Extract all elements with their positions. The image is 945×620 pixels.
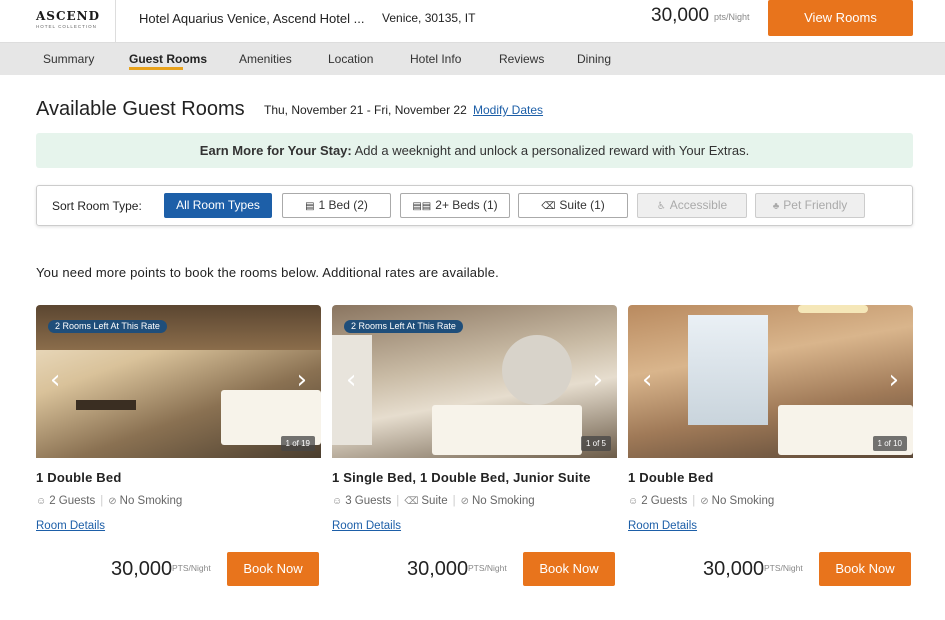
hotel-nav: Summary Guest Rooms Amenities Location H… — [0, 43, 945, 75]
prev-photo-arrow[interactable]: ‹ — [642, 365, 652, 395]
filter-all-room-types[interactable]: All Room Types — [164, 193, 272, 218]
headboard-shape — [502, 335, 572, 405]
header-points-unit: pts/Night — [714, 12, 750, 22]
pet-icon: ♣ — [772, 201, 780, 212]
room-card: ‹ › 1 of 10 1 Double Bed ☺ 2 Guests | ⊘ No S… — [628, 305, 913, 586]
filter-suite[interactable]: ⌫ Suite (1) — [518, 193, 628, 218]
guests-count: 2 Guests — [641, 495, 688, 507]
guests-icon: ☺ — [36, 496, 47, 507]
site-header: ASCEND HOTEL COLLECTION Hotel Aquarius V… — [0, 0, 945, 43]
wheelchair-icon: ♿ — [656, 201, 666, 212]
book-now-button[interactable]: Book Now — [819, 552, 911, 586]
banner-bold-text: Earn More for Your Stay: — [199, 143, 352, 158]
filter-label: All Room Types — [176, 198, 260, 212]
chandelier-shape — [798, 305, 868, 313]
tab-amenities[interactable]: Amenities — [239, 52, 292, 66]
stay-dates: Thu, November 21 - Fri, November 22 — [264, 103, 467, 117]
room-price-unit: PTS/Night — [172, 563, 211, 573]
logo-sub-text: HOTEL COLLECTION — [36, 24, 97, 29]
room-amenities: ☺ 2 Guests | ⊘ No Smoking — [628, 495, 775, 507]
room-title: 1 Single Bed, 1 Double Bed, Junior Suite — [332, 470, 591, 485]
banner-text: Add a weeknight and unlock a personalize… — [351, 143, 750, 158]
room-details-link[interactable]: Room Details — [628, 520, 697, 532]
sort-label: Sort Room Type: — [52, 199, 142, 213]
room-type-filter: Sort Room Type: All Room Types ▤ 1 Bed (2… — [36, 185, 913, 226]
sofa-icon: ⌫ — [404, 496, 419, 507]
no-smoking-icon: ⊘ — [108, 496, 117, 507]
filter-1-bed[interactable]: ▤ 1 Bed (2) — [282, 193, 391, 218]
room-price-unit: PTS/Night — [764, 563, 803, 573]
room-details-link[interactable]: Room Details — [332, 520, 401, 532]
header-points: 30,000 — [651, 5, 710, 26]
tab-dining[interactable]: Dining — [577, 52, 611, 66]
window-shape — [688, 315, 768, 425]
modify-dates-link[interactable]: Modify Dates — [473, 103, 543, 117]
photo-counter: 1 of 19 — [280, 436, 315, 451]
smoking-policy: No Smoking — [711, 495, 775, 507]
filter-2-plus-beds[interactable]: ▤▤ 2+ Beds (1) — [400, 193, 510, 218]
smoking-policy: No Smoking — [472, 495, 535, 507]
book-now-button[interactable]: Book Now — [523, 552, 615, 586]
room-photo[interactable]: 2 Rooms Left At This Rate ‹ › 1 of 19 — [36, 305, 321, 458]
room-price: 30,000 — [407, 558, 469, 580]
bed-shape — [432, 405, 582, 455]
tab-location[interactable]: Location — [328, 52, 373, 66]
rooms-left-badge: 2 Rooms Left At This Rate — [48, 320, 167, 333]
room-title: 1 Double Bed — [36, 470, 122, 485]
earn-more-banner: Earn More for Your Stay: Add a weeknight… — [36, 133, 913, 168]
hotel-name: Hotel Aquarius Venice, Ascend Hotel ... — [139, 11, 365, 26]
tab-guest-rooms[interactable]: Guest Rooms — [129, 52, 207, 66]
prev-photo-arrow[interactable]: ‹ — [50, 365, 60, 395]
filter-accessible[interactable]: ♿ Accessible — [637, 193, 747, 218]
guests-count: 3 Guests — [345, 495, 392, 507]
room-price: 30,000 — [703, 558, 765, 580]
guests-icon: ☺ — [628, 496, 639, 507]
sofa-icon: ⌫ — [541, 201, 556, 212]
rooms-left-badge: 2 Rooms Left At This Rate — [344, 320, 463, 333]
guests-icon: ☺ — [332, 496, 343, 507]
next-photo-arrow[interactable]: › — [593, 365, 603, 395]
filter-label: Suite (1) — [559, 198, 605, 212]
filter-label: Pet Friendly — [783, 198, 848, 212]
room-amenities: ☺ 3 Guests | ⌫ Suite | ⊘ No Smoking — [332, 495, 535, 507]
room-photo[interactable]: 2 Rooms Left At This Rate ‹ › 1 of 5 — [332, 305, 617, 458]
view-rooms-button[interactable]: View Rooms — [768, 0, 913, 36]
header-divider — [115, 0, 116, 43]
tab-hotel-info[interactable]: Hotel Info — [410, 52, 461, 66]
brand-logo[interactable]: ASCEND HOTEL COLLECTION — [36, 9, 101, 29]
smoking-policy: No Smoking — [119, 495, 183, 507]
room-photo[interactable]: ‹ › 1 of 10 — [628, 305, 913, 458]
desk-shape — [76, 400, 136, 410]
filter-pet-friendly[interactable]: ♣ Pet Friendly — [755, 193, 865, 218]
book-now-button[interactable]: Book Now — [227, 552, 319, 586]
room-title: 1 Double Bed — [628, 470, 714, 485]
next-photo-arrow[interactable]: › — [297, 365, 307, 395]
photo-counter: 1 of 5 — [580, 436, 611, 451]
tab-reviews[interactable]: Reviews — [499, 52, 544, 66]
room-details-link[interactable]: Room Details — [36, 520, 105, 532]
photo-counter: 1 of 10 — [872, 436, 907, 451]
hotel-location: Venice, 30135, IT — [382, 11, 476, 25]
bed-icon: ▤ — [305, 201, 315, 212]
suite-label: Suite — [421, 495, 448, 507]
room-price: 30,000 — [111, 558, 173, 580]
guests-count: 2 Guests — [49, 495, 96, 507]
filter-label: 2+ Beds (1) — [435, 198, 498, 212]
page-title: Available Guest Rooms — [36, 98, 245, 120]
room-amenities: ☺ 2 Guests | ⊘ No Smoking — [36, 495, 183, 507]
logo-main-text: ASCEND — [36, 9, 101, 23]
no-smoking-icon: ⊘ — [700, 496, 709, 507]
tab-summary[interactable]: Summary — [43, 52, 94, 66]
two-beds-icon: ▤▤ — [412, 201, 432, 212]
filter-label: 1 Bed (2) — [318, 198, 368, 212]
need-more-points-message: You need more points to book the rooms b… — [36, 265, 499, 280]
room-price-unit: PTS/Night — [468, 563, 507, 573]
prev-photo-arrow[interactable]: ‹ — [346, 365, 356, 395]
filter-label: Accessible — [669, 198, 728, 212]
room-card: 2 Rooms Left At This Rate ‹ › 1 of 19 1 … — [36, 305, 321, 586]
no-smoking-icon: ⊘ — [460, 496, 469, 507]
room-card: 2 Rooms Left At This Rate ‹ › 1 of 5 1 S… — [332, 305, 617, 586]
next-photo-arrow[interactable]: › — [889, 365, 899, 395]
active-tab-indicator — [129, 67, 183, 70]
